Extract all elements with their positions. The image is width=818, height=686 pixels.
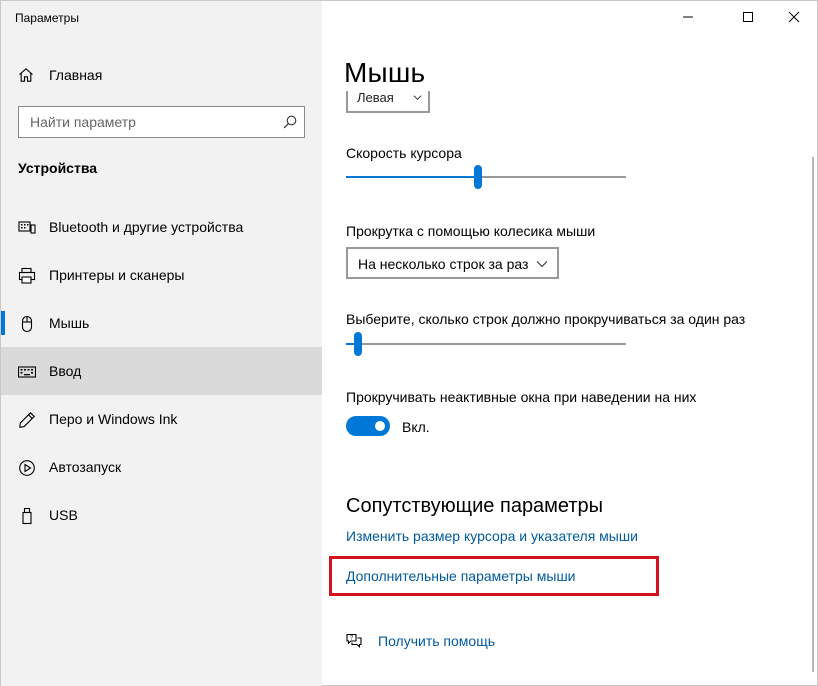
- sidebar-item-label: Bluetooth и другие устройства: [49, 219, 244, 235]
- scroll-mode-dropdown[interactable]: На несколько строк за раз: [346, 247, 559, 279]
- pen-icon: [19, 412, 35, 428]
- app-title: Параметры: [15, 11, 79, 25]
- maximize-icon: [743, 12, 753, 22]
- primary-button-value: Левая: [357, 90, 394, 105]
- cursor-speed-label: Скорость курсора: [346, 145, 462, 161]
- section-title: Устройства: [18, 160, 98, 176]
- printer-icon: [18, 267, 36, 284]
- slider-track: [346, 343, 626, 345]
- usb-icon: [22, 507, 32, 525]
- slider-thumb[interactable]: [354, 332, 362, 356]
- cursor-size-link[interactable]: Изменить размер курсора и указателя мыши: [346, 528, 638, 544]
- sidebar: Параметры Главная Устройства Bluetooth и…: [1, 1, 322, 686]
- search-input[interactable]: [19, 107, 269, 137]
- sidebar-item-printers[interactable]: Принтеры и сканеры: [1, 251, 322, 299]
- toggle-knob: [375, 421, 385, 431]
- home-nav-item[interactable]: Главная: [1, 59, 322, 91]
- scroll-mode-label: Прокрутка с помощью колесика мыши: [346, 223, 596, 239]
- minimize-icon: [683, 16, 693, 18]
- related-settings-title: Сопутствующие параметры: [346, 495, 604, 517]
- sidebar-item-label: Автозапуск: [49, 459, 122, 475]
- selected-indicator: [1, 311, 5, 335]
- sidebar-item-label: Принтеры и сканеры: [49, 267, 185, 283]
- settings-window: Параметры Главная Устройства Bluetooth и…: [0, 0, 818, 686]
- slider-fill: [346, 176, 478, 178]
- additional-mouse-settings-link[interactable]: Дополнительные параметры мыши: [346, 568, 576, 584]
- inactive-scroll-toggle[interactable]: [346, 416, 390, 436]
- maximize-button[interactable]: [725, 1, 771, 33]
- search-icon[interactable]: [282, 114, 298, 130]
- page-title: Мышь: [344, 57, 426, 88]
- main-content: Левая Мышь Скорость курсора Прокрутка с …: [322, 1, 818, 686]
- search-box[interactable]: [18, 106, 305, 138]
- close-button[interactable]: [771, 1, 817, 33]
- get-help-link[interactable]: Получить помощь: [378, 633, 495, 649]
- minimize-button[interactable]: [665, 1, 711, 33]
- chevron-down-icon: [536, 261, 548, 268]
- sidebar-item-mouse[interactable]: Мышь: [1, 299, 322, 347]
- scroll-mode-value: На несколько строк за раз: [358, 256, 529, 272]
- sidebar-item-autoplay[interactable]: Автозапуск: [1, 443, 322, 491]
- scrollbar[interactable]: [812, 157, 814, 672]
- lines-to-scroll-label: Выберите, сколько строк должно прокручив…: [346, 311, 746, 327]
- home-label: Главная: [49, 67, 103, 83]
- mouse-icon: [21, 315, 33, 333]
- sidebar-item-pen[interactable]: Перо и Windows Ink: [1, 395, 322, 443]
- sidebar-item-bluetooth[interactable]: Bluetooth и другие устройства: [1, 203, 322, 251]
- sidebar-item-usb[interactable]: USB: [1, 491, 322, 539]
- home-icon: [19, 68, 33, 82]
- lines-to-scroll-slider[interactable]: [346, 332, 626, 356]
- sidebar-nav-list: Bluetooth и другие устройства Принтеры и…: [1, 203, 322, 539]
- sidebar-item-input[interactable]: Ввод: [1, 347, 322, 395]
- sidebar-item-label: Перо и Windows Ink: [49, 411, 178, 427]
- chevron-down-icon: [413, 95, 422, 101]
- toggle-state-label: Вкл.: [402, 419, 430, 435]
- sidebar-item-label: USB: [49, 507, 78, 523]
- close-icon: [788, 11, 800, 23]
- autoplay-icon: [19, 460, 35, 476]
- help-chat-icon: ?: [346, 633, 362, 649]
- sidebar-item-label: Мышь: [49, 315, 90, 331]
- keyboard-icon: [18, 366, 36, 378]
- cursor-speed-slider[interactable]: [346, 165, 626, 189]
- inactive-scroll-label: Прокручивать неактивные окна при наведен…: [346, 389, 697, 405]
- slider-thumb[interactable]: [474, 165, 482, 189]
- bluetooth-devices-icon: [18, 221, 36, 234]
- sidebar-item-label: Ввод: [49, 363, 82, 379]
